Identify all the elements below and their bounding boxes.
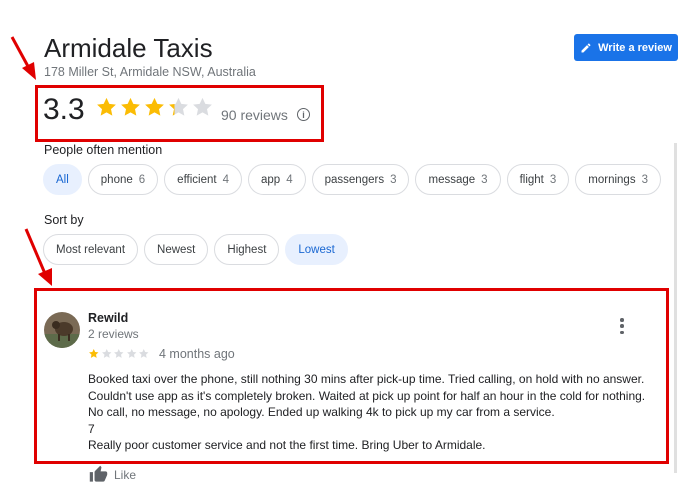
business-title: Armidale Taxis <box>44 33 213 63</box>
chip-label: All <box>56 173 69 186</box>
sort-option-newest[interactable]: Newest <box>144 234 209 265</box>
like-button[interactable]: Like <box>89 465 136 484</box>
mention-chips: All phone 6 efficient 4 app 4 passengers 3 messag… <box>43 164 661 195</box>
mention-chip-mornings[interactable]: mornings 3 <box>575 164 661 195</box>
mention-chip-message[interactable]: message 3 <box>415 164 501 195</box>
chip-count: 3 <box>481 173 488 186</box>
chip-label: message <box>428 173 476 186</box>
mention-chip-phone[interactable]: phone 6 <box>87 164 159 195</box>
chip-label: phone <box>100 173 133 186</box>
pencil-icon <box>581 42 591 52</box>
chip-count: 3 <box>390 173 397 186</box>
mentions-label: People often mention <box>44 143 163 157</box>
annotation-box-review <box>34 288 669 464</box>
chip-label: passengers <box>324 173 385 186</box>
chip-label: mornings <box>588 173 636 186</box>
scrollbar[interactable] <box>674 143 677 473</box>
thumbs-up-icon <box>89 465 108 482</box>
sort-chips: Most relevant Newest Highest Lowest <box>43 234 348 265</box>
mention-chip-app[interactable]: app 4 <box>248 164 306 195</box>
sort-option-highest[interactable]: Highest <box>214 234 280 265</box>
chip-label: efficient <box>177 173 217 186</box>
write-review-label: Write a review <box>598 41 672 54</box>
chip-count: 3 <box>641 173 648 186</box>
annotation-arrow-icon <box>10 36 36 80</box>
chip-label: flight <box>519 173 544 186</box>
annotation-box-rating <box>35 85 324 142</box>
sort-label: Sort by <box>44 213 84 227</box>
mention-chip-efficient[interactable]: efficient 4 <box>164 164 243 195</box>
sort-option-lowest[interactable]: Lowest <box>285 234 348 265</box>
chip-count: 4 <box>222 173 230 186</box>
mention-chip-flight[interactable]: flight 3 <box>506 164 570 195</box>
like-label: Like <box>114 467 137 482</box>
chip-label: app <box>261 173 281 186</box>
mention-chip-passengers[interactable]: passengers 3 <box>311 164 410 195</box>
annotation-arrow-icon <box>24 228 52 286</box>
mention-chip-all[interactable]: All <box>43 164 82 195</box>
chip-count: 3 <box>549 173 557 186</box>
sort-option-most-relevant[interactable]: Most relevant <box>43 234 139 265</box>
write-review-button[interactable]: Write a review <box>574 34 678 61</box>
chip-count: 6 <box>138 173 146 186</box>
chip-count: 4 <box>286 173 293 186</box>
business-address: 178 Miller St, Armidale NSW, Australia <box>44 65 256 79</box>
